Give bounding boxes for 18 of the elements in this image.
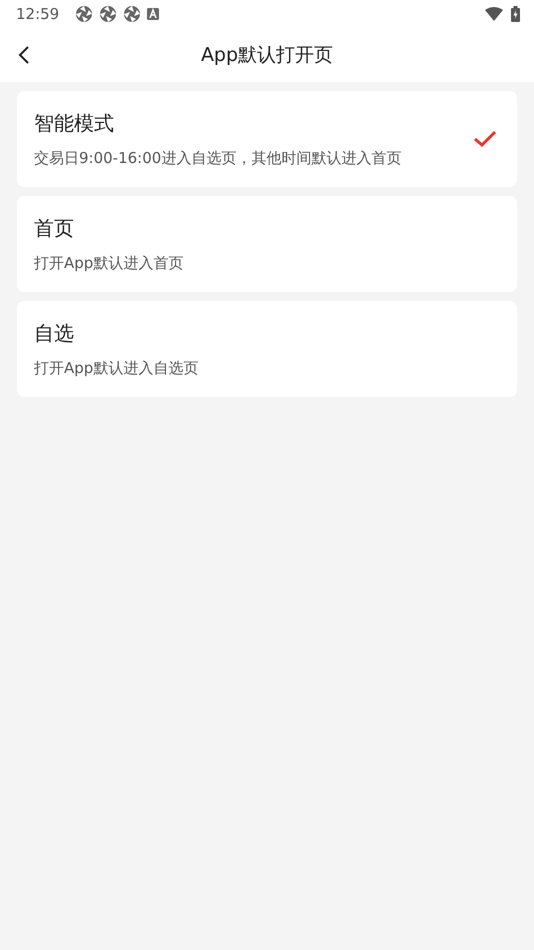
status-time: 12:59	[16, 5, 60, 23]
battery-icon	[511, 6, 520, 22]
option-description: 打开App默认进入首页	[34, 254, 184, 273]
option-title: 首页	[34, 215, 75, 242]
option-title: 智能模式	[34, 110, 115, 137]
option-card[interactable]: 自选 打开App默认进入自选页	[17, 301, 517, 397]
option-title: 自选	[34, 320, 75, 347]
app-notification-icon	[123, 5, 142, 23]
app-notification-icon	[75, 5, 94, 23]
option-description: 交易日9:00-16:00进入自选页，其他时间默认进入首页	[34, 149, 402, 168]
option-description: 打开App默认进入自选页	[34, 359, 200, 378]
option-card[interactable]: 首页 打开App默认进入首页	[17, 196, 517, 292]
option-card[interactable]: 智能模式 交易日9:00-16:00进入自选页，其他时间默认进入首页	[17, 91, 517, 187]
keyboard-a-icon	[147, 8, 160, 20]
page-title: App默认打开页	[200, 43, 334, 68]
back-icon[interactable]	[18, 45, 30, 65]
app-notification-icon	[99, 5, 118, 23]
wifi-icon	[485, 7, 503, 21]
